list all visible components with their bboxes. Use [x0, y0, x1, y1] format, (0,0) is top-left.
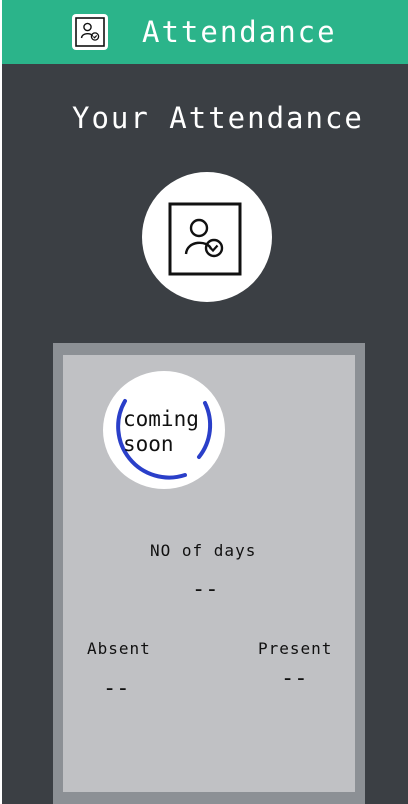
- present-label: Present: [258, 639, 333, 658]
- attendance-icon[interactable]: [72, 14, 108, 50]
- absent-value: --: [103, 676, 130, 701]
- absent-label: Absent: [87, 639, 151, 658]
- coming-soon-badge: coming soon: [103, 371, 225, 489]
- profile-avatar: [142, 172, 272, 302]
- user-check-icon: [168, 202, 242, 276]
- app-title: Attendance: [142, 15, 337, 49]
- coming-soon-line-1: coming: [123, 407, 199, 431]
- present-value: --: [281, 666, 308, 691]
- coming-soon-line-2: soon: [123, 432, 174, 456]
- attendance-icon-glyph: [75, 17, 105, 47]
- days-value: --: [192, 577, 219, 602]
- app-screen: Attendance Your Attendance coming soon N…: [2, 0, 408, 804]
- top-bar: Attendance: [2, 0, 408, 64]
- days-label: NO of days: [150, 541, 257, 560]
- page-heading: Your Attendance: [72, 101, 364, 135]
- coming-soon-text: coming soon: [123, 407, 223, 457]
